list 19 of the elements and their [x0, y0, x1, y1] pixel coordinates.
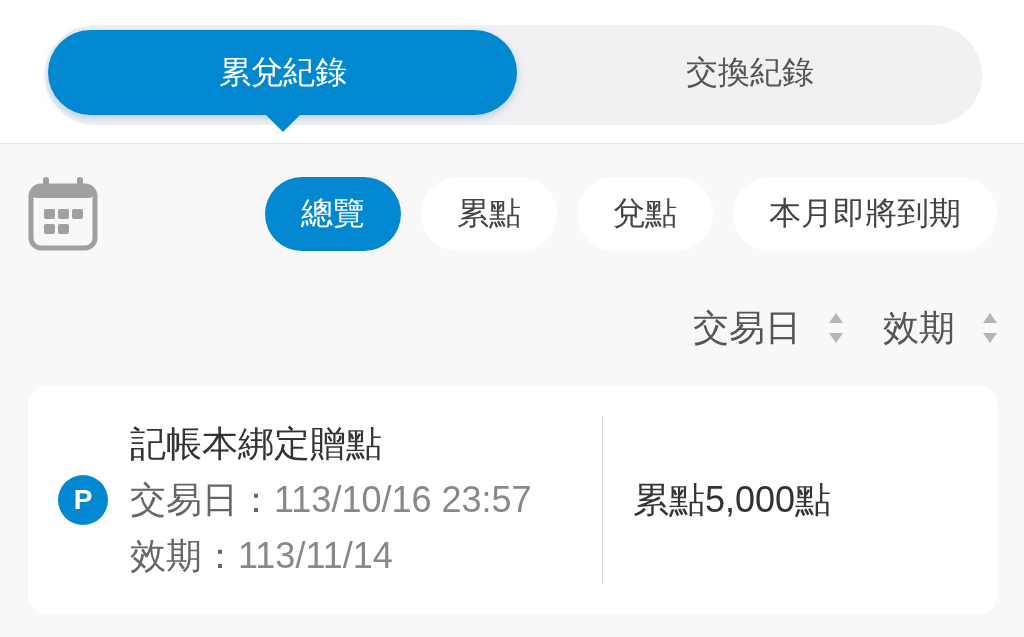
tab[interactable]: 交換紀錄: [517, 30, 982, 115]
sort-button[interactable]: 交易日: [693, 307, 843, 349]
field-value: 113/10/16 23:57: [274, 479, 532, 521]
field-label: 效期：: [130, 533, 238, 578]
pointer-icon: [264, 114, 301, 132]
filter-chip[interactable]: 本月即將到期: [733, 177, 997, 251]
sort-icon: [829, 313, 843, 343]
record-title: 記帳本綁定贈點: [130, 421, 382, 466]
points-badge: P: [58, 475, 108, 525]
filter-chip[interactable]: 兌點: [577, 177, 713, 251]
sort-button[interactable]: 效期: [883, 307, 997, 349]
points-amount: 累點5,000點: [633, 477, 832, 522]
filter-chip[interactable]: 累點: [421, 177, 557, 251]
sort-icon: [983, 313, 997, 343]
filter-chip[interactable]: 總覽: [265, 177, 401, 251]
calendar-icon[interactable]: [28, 177, 98, 251]
tab[interactable]: 累兌紀錄: [48, 30, 517, 115]
field-label: 交易日：: [130, 477, 274, 522]
field-value: 113/11/14: [238, 535, 393, 577]
